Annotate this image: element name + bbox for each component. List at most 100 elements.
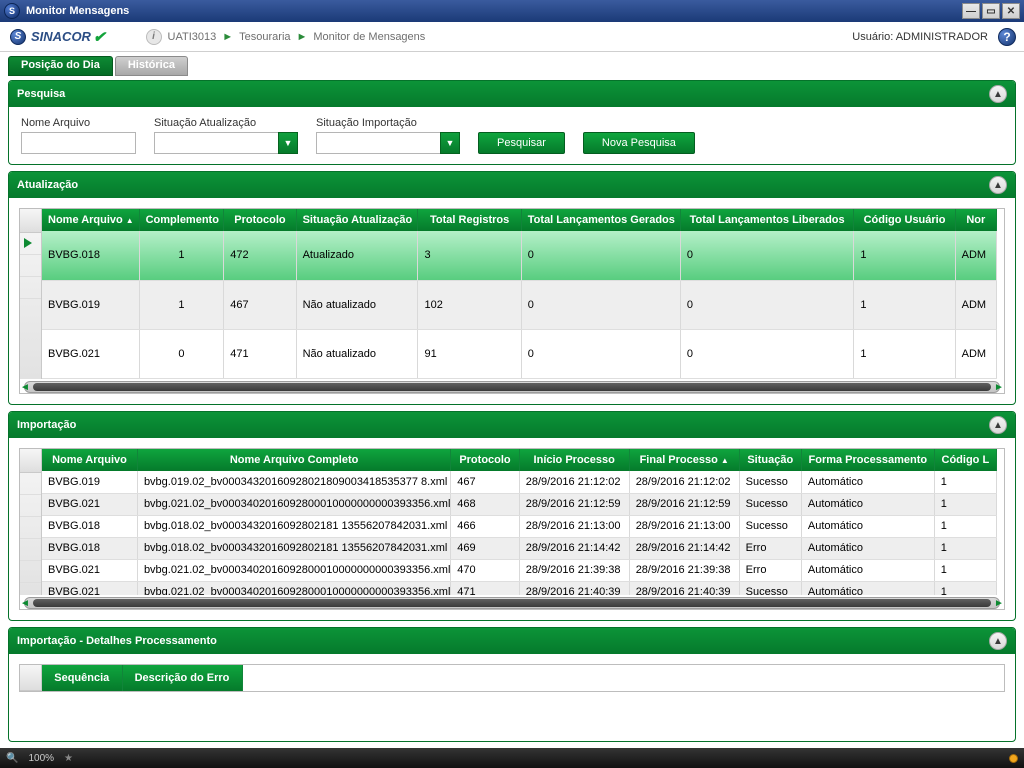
table-row[interactable]: BVBG.018bvbg.018.02_bv000343201609280218… bbox=[42, 515, 997, 537]
dropdown-button[interactable]: ▼ bbox=[440, 132, 460, 154]
row-selector-column bbox=[20, 665, 42, 691]
app-header: S SINACOR ✔ i UATI3013 ► Tesouraria ► Mo… bbox=[0, 22, 1024, 52]
col-total-lancamentos-liberados[interactable]: Total Lançamentos Liberados bbox=[680, 209, 854, 231]
col-total-registros[interactable]: Total Registros bbox=[418, 209, 521, 231]
scroll-right-icon[interactable]: ► bbox=[993, 597, 1005, 609]
col-final-processo[interactable]: Final Processo▲ bbox=[629, 449, 739, 471]
scroll-left-icon[interactable]: ◄ bbox=[19, 597, 31, 609]
table-row[interactable]: BVBG.0191 467Não atualizado 1020 01 ADM bbox=[42, 280, 997, 329]
col-nome-arquivo[interactable]: Nome Arquivo▲ bbox=[42, 209, 139, 231]
col-nome-completo[interactable]: Nome Arquivo Completo bbox=[137, 449, 450, 471]
table-row[interactable]: BVBG.021bvbg.021.02_bv000340201609280001… bbox=[42, 581, 997, 595]
status-bar: 🔍 100% ★ bbox=[0, 748, 1024, 768]
brand-icon: S bbox=[10, 29, 26, 45]
panel-atualizacao: Atualização ▲ bbox=[8, 171, 1016, 405]
collapse-button[interactable]: ▲ bbox=[989, 85, 1007, 103]
pesquisar-button[interactable]: Pesquisar bbox=[478, 132, 565, 154]
row-selector-column bbox=[20, 209, 42, 379]
row-selector[interactable] bbox=[20, 517, 41, 539]
nova-pesquisa-button[interactable]: Nova Pesquisa bbox=[583, 132, 695, 154]
table-row[interactable]: BVBG.021bvbg.021.02_bv000340201609280001… bbox=[42, 559, 997, 581]
col-nome-arquivo[interactable]: Nome Arquivo bbox=[42, 449, 137, 471]
row-selector[interactable] bbox=[20, 495, 41, 517]
detalhes-table[interactable]: Sequência Descrição do Erro bbox=[42, 665, 243, 691]
col-forma-processamento[interactable]: Forma Processamento bbox=[801, 449, 934, 471]
panel-title: Atualização bbox=[17, 179, 78, 191]
tab-bar: Posição do Dia Histórica bbox=[8, 56, 1016, 76]
scroll-right-icon[interactable]: ► bbox=[993, 381, 1005, 393]
dropdown-button[interactable]: ▼ bbox=[278, 132, 298, 154]
col-total-lancamentos-gerados[interactable]: Total Lançamentos Gerados bbox=[521, 209, 680, 231]
row-selector[interactable] bbox=[20, 583, 41, 595]
table-row[interactable]: BVBG.018bvbg.018.02_bv000343201609280218… bbox=[42, 537, 997, 559]
combo-situacao-importacao[interactable] bbox=[316, 132, 441, 154]
scroll-left-icon[interactable]: ◄ bbox=[19, 381, 31, 393]
panel-importacao: Importação ▲ bbox=[8, 411, 1016, 621]
info-icon[interactable]: i bbox=[146, 29, 162, 45]
brand-logo: S SINACOR ✔ bbox=[10, 28, 106, 46]
help-icon[interactable]: ? bbox=[998, 28, 1016, 46]
collapse-button[interactable]: ▲ bbox=[989, 416, 1007, 434]
close-button[interactable]: ✕ bbox=[1002, 3, 1020, 19]
row-selector[interactable] bbox=[20, 277, 41, 299]
maximize-button[interactable]: ▭ bbox=[982, 3, 1000, 19]
chevron-right-icon: ► bbox=[297, 31, 308, 43]
panel-title: Importação - Detalhes Processamento bbox=[17, 635, 217, 647]
app-icon: S bbox=[4, 3, 20, 19]
user-label: Usuário: ADMINISTRADOR bbox=[852, 31, 988, 43]
label-situacao-atualizacao: Situação Atualização bbox=[154, 117, 298, 129]
breadcrumb-item[interactable]: UATI3013 bbox=[168, 31, 217, 43]
col-codigo[interactable]: Código L bbox=[934, 449, 996, 471]
sort-asc-icon: ▲ bbox=[721, 456, 729, 465]
col-nor[interactable]: Nor bbox=[955, 209, 996, 231]
row-selector[interactable] bbox=[20, 255, 41, 277]
table-row[interactable]: BVBG.0210 471Não atualizado 910 01 ADM bbox=[42, 329, 997, 378]
table-row[interactable]: BVBG.0181 472Atualizado 30 01 ADM bbox=[42, 231, 997, 280]
col-sequencia[interactable]: Sequência bbox=[42, 665, 122, 691]
col-situacao-atualizacao[interactable]: Situação Atualização bbox=[296, 209, 418, 231]
horizontal-scrollbar[interactable]: ◄ ► bbox=[24, 597, 1000, 609]
col-codigo-usuario[interactable]: Código Usuário bbox=[854, 209, 955, 231]
table-row[interactable]: BVBG.021bvbg.021.02_bv000340201609280001… bbox=[42, 493, 997, 515]
window-title: Monitor Mensagens bbox=[26, 5, 962, 17]
brand-text: SINACOR bbox=[31, 29, 91, 44]
chevron-right-icon: ► bbox=[222, 31, 233, 43]
importacao-table[interactable]: Nome Arquivo Nome Arquivo Completo Proto… bbox=[42, 449, 997, 595]
col-complemento[interactable]: Complemento bbox=[139, 209, 224, 231]
breadcrumb-item[interactable]: Tesouraria bbox=[239, 31, 290, 43]
star-icon[interactable]: ★ bbox=[64, 753, 73, 764]
panel-title: Importação bbox=[17, 419, 76, 431]
col-protocolo[interactable]: Protocolo bbox=[451, 449, 519, 471]
panel-detalhes-processamento: Importação - Detalhes Processamento ▲ Se… bbox=[8, 627, 1016, 742]
col-inicio-processo[interactable]: Início Processo bbox=[519, 449, 629, 471]
label-situacao-importacao: Situação Importação bbox=[316, 117, 460, 129]
col-descricao-erro[interactable]: Descrição do Erro bbox=[122, 665, 242, 691]
combo-situacao-atualizacao[interactable] bbox=[154, 132, 279, 154]
scrollbar-thumb[interactable] bbox=[33, 599, 991, 607]
table-row[interactable]: BVBG.019bvbg.019.02_bv000343201609280218… bbox=[42, 471, 997, 493]
row-selector[interactable] bbox=[20, 233, 41, 255]
col-protocolo[interactable]: Protocolo bbox=[224, 209, 296, 231]
scrollbar-thumb[interactable] bbox=[33, 383, 991, 391]
input-nome-arquivo[interactable] bbox=[21, 132, 136, 154]
magnifier-icon[interactable]: 🔍 bbox=[6, 753, 18, 764]
panel-pesquisa: Pesquisa ▲ Nome Arquivo Situação Atualiz… bbox=[8, 80, 1016, 165]
label-nome-arquivo: Nome Arquivo bbox=[21, 117, 136, 129]
horizontal-scrollbar[interactable]: ◄ ► bbox=[24, 381, 1000, 393]
atualizacao-table[interactable]: Nome Arquivo▲ Complemento Protocolo Situ… bbox=[42, 209, 997, 379]
row-selector[interactable] bbox=[20, 539, 41, 561]
tab-historica[interactable]: Histórica bbox=[115, 56, 188, 76]
breadcrumb-item[interactable]: Monitor de Mensagens bbox=[313, 31, 425, 43]
status-indicator-icon bbox=[1009, 754, 1018, 763]
row-selector[interactable] bbox=[20, 561, 41, 583]
col-situacao[interactable]: Situação bbox=[739, 449, 801, 471]
tab-posicao-do-dia[interactable]: Posição do Dia bbox=[8, 56, 113, 76]
minimize-button[interactable]: — bbox=[962, 3, 980, 19]
row-selector[interactable] bbox=[20, 473, 41, 495]
collapse-button[interactable]: ▲ bbox=[989, 176, 1007, 194]
panel-title: Pesquisa bbox=[17, 88, 65, 100]
collapse-button[interactable]: ▲ bbox=[989, 632, 1007, 650]
window-titlebar: S Monitor Mensagens — ▭ ✕ bbox=[0, 0, 1024, 22]
check-icon: ✔ bbox=[93, 28, 106, 46]
zoom-value: 100% bbox=[28, 753, 54, 764]
